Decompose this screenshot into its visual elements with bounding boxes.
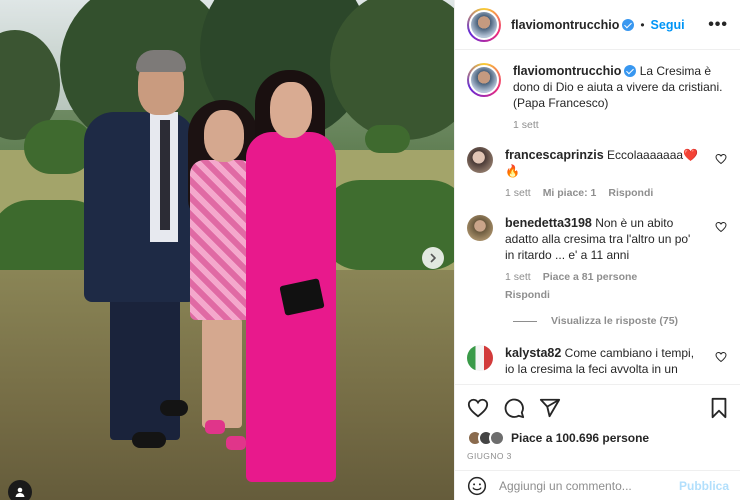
publish-button[interactable]: Pubblica <box>679 479 729 493</box>
more-icon[interactable]: ••• <box>708 16 728 34</box>
comment-username[interactable]: kalysta82 <box>505 346 561 360</box>
heart-icon[interactable] <box>467 397 489 419</box>
comment-item: francescaprinzis Eccolaaaaaaa❤️🔥 1 sett … <box>467 147 729 199</box>
caption-time[interactable]: 1 sett <box>513 119 539 131</box>
photo-tree <box>330 0 454 140</box>
add-comment-bar: Pubblica <box>455 470 740 500</box>
share-icon[interactable] <box>539 397 561 419</box>
comment-time[interactable]: 1 sett <box>505 187 531 199</box>
photo-shoe <box>160 400 188 416</box>
photo-man-tie <box>160 120 170 230</box>
verified-icon <box>624 65 637 77</box>
commenter-avatar[interactable] <box>467 215 493 241</box>
commenter-avatar[interactable] <box>467 345 493 371</box>
commenter-avatar[interactable] <box>467 147 493 173</box>
photo-girl-dress <box>190 160 254 320</box>
comment-likes[interactable]: Piace a 81 persone <box>543 271 638 283</box>
post-photo[interactable] <box>0 0 454 500</box>
likes-count[interactable]: Piace a 100.696 persone <box>511 431 649 445</box>
like-comment-button[interactable] <box>715 147 729 199</box>
replies-line <box>513 320 537 322</box>
caption-avatar[interactable] <box>467 63 501 97</box>
comments-list[interactable]: flaviomontrucchio La Cresima è dono di D… <box>455 51 740 384</box>
comment-likes[interactable]: Mi piace: 1 <box>543 187 597 199</box>
verified-icon <box>622 18 635 31</box>
heart-icon <box>715 351 727 363</box>
author-username[interactable]: flaviomontrucchio <box>511 18 619 32</box>
reply-button[interactable]: Rispondi <box>608 187 653 199</box>
follow-button[interactable]: Segui <box>651 18 685 32</box>
photo-girl-legs <box>202 318 242 428</box>
comment-username[interactable]: benedetta3198 <box>505 216 592 230</box>
comment-icon[interactable] <box>503 397 525 419</box>
liker-avatar <box>489 430 505 446</box>
photo-man-legs <box>110 290 180 440</box>
photo-shoe <box>132 432 166 448</box>
heart-icon <box>715 221 727 233</box>
heart-icon <box>715 153 727 165</box>
comment-item: benedetta3198 Non è un abito adatto alla… <box>467 215 729 301</box>
post-header: flaviomontrucchio • Segui ••• <box>455 0 740 50</box>
chevron-right-icon <box>430 253 436 263</box>
post-actions: Piace a 100.696 persone GIUGNO 3 <box>455 384 740 461</box>
emoji-icon[interactable] <box>467 476 487 496</box>
next-photo-button[interactable] <box>422 247 444 269</box>
author-avatar[interactable] <box>467 7 501 42</box>
likes-summary[interactable]: Piace a 100.696 persone <box>467 429 729 447</box>
photo-pink-shoe <box>205 420 225 434</box>
bookmark-icon[interactable] <box>709 397 729 419</box>
user-tags-button[interactable] <box>8 480 32 500</box>
comment-input[interactable] <box>499 478 679 493</box>
post-date[interactable]: GIUGNO 3 <box>467 451 729 461</box>
photo-man-jacket <box>84 112 196 302</box>
instagram-post-view: flaviomontrucchio • Segui ••• flaviomont… <box>0 0 740 500</box>
post-caption: flaviomontrucchio La Cresima è dono di D… <box>467 63 729 131</box>
photo-hedge <box>365 125 410 153</box>
reply-button[interactable]: Rispondi <box>505 289 550 301</box>
photo-woman-head <box>270 82 312 138</box>
photo-pink-shoe <box>226 436 246 450</box>
view-replies-label: Visualizza le risposte (75) <box>551 315 679 327</box>
comment-time[interactable]: 1 sett <box>505 271 531 283</box>
like-comment-button[interactable] <box>715 215 729 301</box>
caption-username[interactable]: flaviomontrucchio <box>513 64 621 78</box>
user-tag-icon <box>15 487 25 497</box>
photo-girl-head <box>204 110 244 162</box>
photo-man-hair <box>136 50 186 72</box>
comment-username[interactable]: francescaprinzis <box>505 148 604 162</box>
post-side-panel: flaviomontrucchio • Segui ••• flaviomont… <box>454 0 740 500</box>
liker-avatars <box>467 430 505 446</box>
like-comment-button[interactable] <box>715 345 729 377</box>
view-replies-button[interactable]: Visualizza le risposte (75) <box>513 315 729 327</box>
comment-item: kalysta82 Come cambiano i tempi, io la c… <box>467 345 729 377</box>
separator-dot: • <box>640 17 645 32</box>
